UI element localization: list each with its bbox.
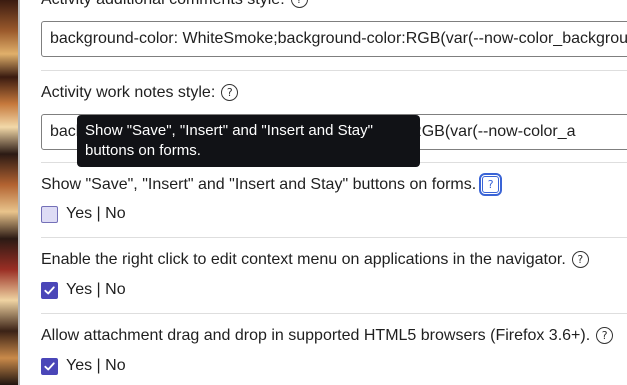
right-click-menu-option-text: Yes | No xyxy=(66,281,126,298)
attachment-drag-drop-option-text: Yes | No xyxy=(66,357,126,374)
tooltip-line-1: Show "Save", "Insert" and "Insert and St… xyxy=(85,122,373,139)
divider xyxy=(41,237,627,238)
show-save-buttons-option[interactable]: Yes | No xyxy=(41,204,126,224)
additional-comments-label-text: Activity additional comments style: xyxy=(41,0,285,8)
right-click-menu-checkbox[interactable] xyxy=(41,281,58,299)
right-click-menu-label-text: Enable the right click to edit context m… xyxy=(41,251,566,268)
show-save-buttons-option-text: Yes | No xyxy=(66,205,126,222)
additional-comments-label: Activity additional comments style:? xyxy=(41,0,308,10)
divider xyxy=(41,70,627,71)
help-icon[interactable]: ? xyxy=(571,251,589,268)
attachment-drag-drop-option[interactable]: Yes | No xyxy=(41,356,126,376)
help-tooltip: Show "Save", "Insert" and "Insert and St… xyxy=(77,115,420,167)
right-click-menu-label: Enable the right click to edit context m… xyxy=(41,250,589,270)
show-save-buttons-checkbox[interactable] xyxy=(41,205,58,223)
additional-comments-style-input[interactable]: background-color: WhiteSmoke;background-… xyxy=(41,21,627,57)
tooltip-line-2: buttons on forms. xyxy=(85,142,201,159)
show-save-buttons-label-text: Show "Save", "Insert" and "Insert and St… xyxy=(41,176,477,193)
work-notes-label-text: Activity work notes style: xyxy=(41,84,216,101)
help-icon[interactable]: ? xyxy=(596,327,614,344)
show-save-buttons-label: Show "Save", "Insert" and "Insert and St… xyxy=(41,173,503,196)
additional-comments-style-value: background-color: WhiteSmoke;background-… xyxy=(50,30,627,47)
work-notes-label: Activity work notes style:? xyxy=(41,83,239,103)
attachment-drag-drop-label: Allow attachment drag and drop in suppor… xyxy=(41,326,614,346)
right-click-menu-option[interactable]: Yes | No xyxy=(41,280,126,300)
settings-form: Activity additional comments style:? bac… xyxy=(41,0,627,385)
background-image-strip xyxy=(0,0,20,385)
help-icon[interactable]: ? xyxy=(479,173,503,196)
attachment-drag-drop-checkbox[interactable] xyxy=(41,357,58,375)
divider xyxy=(41,313,627,314)
help-icon[interactable]: ? xyxy=(290,0,308,8)
attachment-drag-drop-label-text: Allow attachment drag and drop in suppor… xyxy=(41,327,591,344)
checkmark-icon xyxy=(44,361,55,370)
help-icon[interactable]: ? xyxy=(221,84,239,101)
checkmark-icon xyxy=(44,285,55,294)
